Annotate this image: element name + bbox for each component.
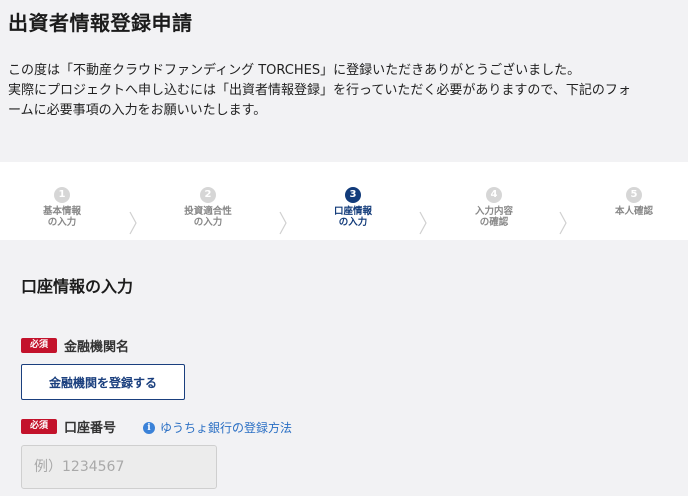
required-badge: 必須 — [21, 419, 57, 434]
step-number: 3 — [345, 187, 361, 203]
step-investment-suitability: 2 投資適合性 の入力 — [168, 187, 248, 228]
intro-text: この度は「不動産クラウドファンディング TORCHES」に登録いただきありがとう… — [8, 61, 680, 121]
step-label: の入力 — [338, 217, 368, 228]
progress-stepper: 1 基本情報 の入力 2 投資適合性 の入力 3 口座情報 の入力 4 入力内容… — [0, 162, 688, 240]
step-basic-info: 1 基本情報 の入力 — [22, 187, 102, 228]
register-bank-button[interactable]: 金融機関を登録する — [21, 364, 185, 400]
page-title: 出資者情報登録申請 — [8, 11, 193, 35]
info-icon: i — [143, 421, 155, 434]
chevron-right-icon — [559, 211, 567, 235]
step-account-info: 3 口座情報 の入力 — [313, 187, 393, 228]
account-number-input[interactable] — [21, 445, 217, 489]
help-link-text: ゆうちょ銀行の登録方法 — [160, 421, 293, 435]
account-number-label: 口座番号 — [64, 421, 117, 436]
step-label: 基本情報 — [42, 206, 81, 217]
step-confirm-input: 4 入力内容 の確認 — [454, 187, 534, 228]
account-form: 口座情報の入力 必須 金融機関名 金融機関を登録する 必須 口座番号 i ゆうち… — [0, 240, 688, 496]
section-title: 口座情報の入力 — [21, 277, 134, 296]
step-number: 5 — [626, 187, 642, 203]
step-number: 2 — [200, 187, 216, 203]
step-label: 入力内容 — [474, 206, 513, 217]
page-header: 出資者情報登録申請 この度は「不動産クラウドファンディング TORCHES」に登… — [0, 0, 688, 162]
step-label: 口座情報 — [333, 206, 372, 217]
step-identity-verification: 5 本人確認 — [594, 187, 674, 217]
step-label: 投資適合性 — [184, 206, 232, 217]
step-label: の入力 — [47, 217, 77, 228]
intro-line: ームに必要事項の入力をお願いいたします。 — [8, 103, 267, 118]
chevron-right-icon — [419, 211, 427, 235]
step-label: の確認 — [479, 217, 509, 228]
bank-name-label: 金融機関名 — [64, 340, 130, 355]
intro-line: 実際にプロジェクトへ申し込むには「出資者情報登録」を行っていただく必要があります… — [8, 83, 631, 98]
step-label: 本人確認 — [614, 206, 653, 217]
chevron-right-icon — [279, 211, 287, 235]
intro-line: この度は「不動産クラウドファンディング TORCHES」に登録いただきありがとう… — [8, 63, 581, 78]
step-number: 4 — [486, 187, 502, 203]
chevron-right-icon — [129, 211, 137, 235]
required-badge: 必須 — [21, 338, 57, 353]
step-number: 1 — [54, 187, 70, 203]
step-label: の入力 — [193, 217, 223, 228]
yucho-help-link[interactable]: i ゆうちょ銀行の登録方法 — [143, 419, 292, 436]
